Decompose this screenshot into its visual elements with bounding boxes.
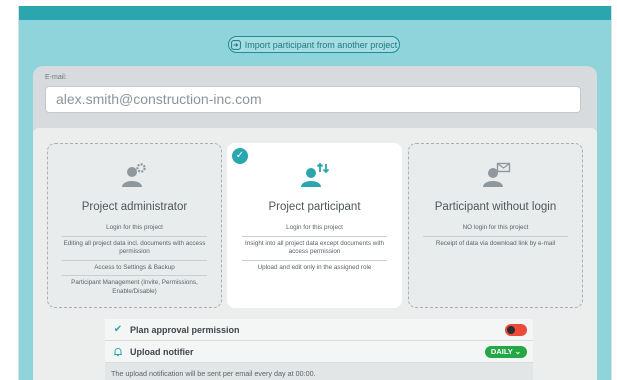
role-feature: Upload and edit only in the assigned rol…: [257, 263, 372, 271]
import-icon: [230, 39, 241, 50]
upload-notifier-row: Upload notifier DAILY ⌄: [105, 341, 533, 363]
plan-approval-toggle[interactable]: [505, 324, 527, 336]
role-feature: Participant Management (Invite, Permissi…: [71, 279, 198, 295]
import-participant-button[interactable]: Import participant from another project: [228, 36, 400, 53]
role-title: Participant without login: [434, 201, 557, 213]
user-mail-icon: [482, 162, 510, 187]
role-feature: Access to Settings & Backup: [62, 261, 207, 276]
role-feature: Receipt of data via download link by e-m…: [435, 239, 556, 247]
plan-approval-row: ✔ Plan approval permission: [105, 319, 533, 341]
user-gear-icon: [121, 163, 146, 187]
frequency-value: DAILY: [490, 347, 513, 356]
user-transfer-icon: [300, 162, 329, 187]
upload-notifier-note: The upload notification will be sent per…: [105, 363, 533, 380]
frequency-dropdown[interactable]: DAILY ⌄: [484, 346, 527, 358]
role-feature: Insight into all project data except doc…: [242, 237, 387, 261]
toggle-knob: [507, 326, 515, 334]
bell-icon: [111, 347, 125, 357]
dialog-frame: Import participant from another project …: [18, 6, 612, 380]
role-title: Project administrator: [81, 201, 188, 213]
email-field[interactable]: alex.smith@construction-inc.com: [45, 86, 581, 113]
role-card-participant-without-login[interactable]: Participant without login NO login for t…: [408, 143, 583, 308]
email-label: E-mail:: [45, 74, 67, 81]
role-feature: NO login for this project: [423, 221, 568, 237]
plan-approval-label: Plan approval permission: [130, 324, 240, 335]
role-feature: Editing all project data incl. documents…: [62, 237, 207, 261]
top-bar: [19, 6, 611, 20]
approval-icon: ✔: [113, 324, 123, 335]
role-options: ✔ Plan approval permission Upload notifi…: [105, 319, 533, 380]
import-participant-label: Import participant from another project: [244, 39, 398, 50]
selected-check-icon: ✓: [232, 148, 248, 164]
role-feature: Login for this project: [242, 221, 387, 237]
role-title: Project participant: [268, 201, 361, 213]
chevron-down-icon: ⌄: [514, 347, 521, 356]
role-feature: Login for this project: [62, 221, 207, 237]
role-card-project-participant[interactable]: ✓ Project participant Login for this pro…: [227, 143, 402, 308]
role-card-project-administrator[interactable]: Project administrator Login for this pro…: [47, 143, 222, 308]
upload-notifier-label: Upload notifier: [130, 346, 194, 357]
